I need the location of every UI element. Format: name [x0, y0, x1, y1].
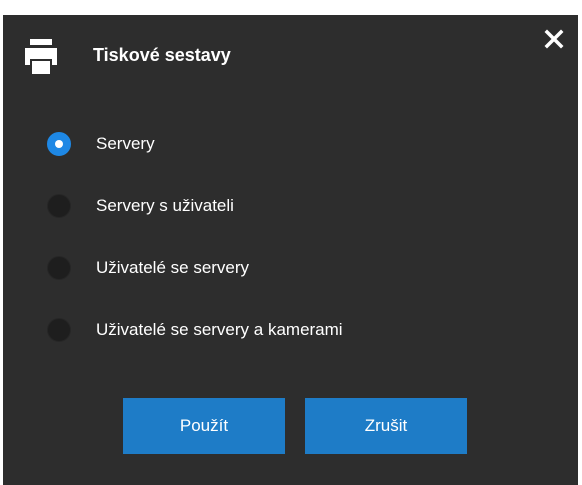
radio-button[interactable]	[47, 256, 71, 280]
radio-button[interactable]	[47, 194, 71, 218]
dialog-title: Tiskové sestavy	[93, 45, 231, 65]
option-label: Uživatelé se servery	[96, 258, 250, 277]
printer-icon	[25, 39, 57, 76]
option-label: Servery	[96, 134, 155, 153]
close-icon[interactable]	[544, 29, 564, 49]
print-reports-dialog: Tiskové sestavy Servery Servery s uživat…	[3, 15, 578, 485]
radio-button[interactable]	[47, 132, 71, 156]
radio-button[interactable]	[47, 318, 71, 342]
dialog-title-bar: Tiskové sestavy	[3, 15, 578, 85]
option-label: Uživatelé se servery a kamerami	[96, 320, 343, 339]
apply-button[interactable]: Použít	[123, 398, 285, 454]
option-label: Servery s uživateli	[96, 196, 234, 215]
cancel-button[interactable]: Zrušit	[305, 398, 467, 454]
